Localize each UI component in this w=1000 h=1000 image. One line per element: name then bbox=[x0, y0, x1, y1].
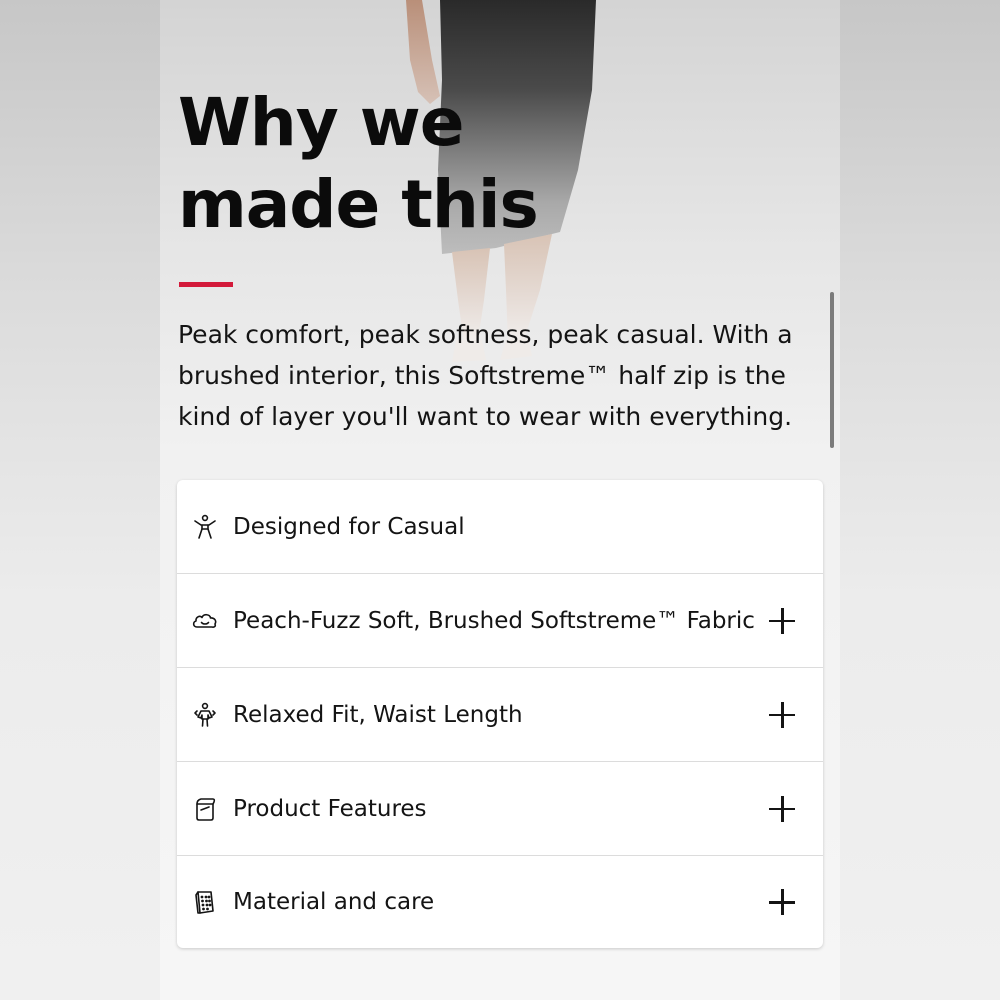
accent-divider bbox=[179, 282, 233, 287]
person-stretch-icon bbox=[191, 513, 219, 541]
expand-plus-icon[interactable] bbox=[769, 889, 795, 915]
section-description: Peak comfort, peak softness, peak casual… bbox=[178, 320, 793, 431]
accordion-item-label: Designed for Casual bbox=[233, 513, 465, 540]
cloud-smile-icon bbox=[191, 607, 219, 635]
accordion-item-label: Relaxed Fit, Waist Length bbox=[233, 701, 523, 728]
accordion-item-label: Product Features bbox=[233, 795, 427, 822]
section-heading-line1: Why we bbox=[178, 84, 465, 161]
accordion-item-product-features[interactable]: Product Features bbox=[177, 762, 823, 856]
expand-plus-icon[interactable] bbox=[769, 701, 795, 728]
right-backdrop bbox=[840, 0, 1000, 1000]
page: Why we made this Peak comfort, peak soft… bbox=[0, 0, 1000, 1000]
left-backdrop bbox=[0, 0, 160, 1000]
expand-plus-icon[interactable] bbox=[769, 795, 795, 822]
accordion-item-label: Material and care bbox=[233, 889, 435, 915]
section-heading-line2: made this bbox=[178, 166, 539, 243]
accordion-item-material-care[interactable]: Material and care bbox=[177, 856, 823, 948]
accordion-item-designed-for-casual[interactable]: Designed for Casual bbox=[177, 480, 823, 574]
person-fit-icon bbox=[191, 701, 219, 729]
scrollbar[interactable] bbox=[830, 292, 834, 448]
accordion-item-fabric[interactable]: Peach-Fuzz Soft, Brushed Softstreme™ Fab… bbox=[177, 574, 823, 668]
expand-plus-icon[interactable] bbox=[769, 607, 795, 634]
section-heading: Why we made this bbox=[178, 82, 678, 246]
accordion-item-label: Peach-Fuzz Soft, Brushed Softstreme™ Fab… bbox=[233, 607, 755, 634]
fabric-swatch-icon bbox=[191, 888, 219, 916]
garment-tag-icon bbox=[191, 795, 219, 823]
accordion-item-fit[interactable]: Relaxed Fit, Waist Length bbox=[177, 668, 823, 762]
mobile-screen: Why we made this Peak comfort, peak soft… bbox=[160, 0, 840, 1000]
feature-accordion: Designed for Casual Peach-Fuzz Soft, Bru… bbox=[177, 480, 823, 948]
